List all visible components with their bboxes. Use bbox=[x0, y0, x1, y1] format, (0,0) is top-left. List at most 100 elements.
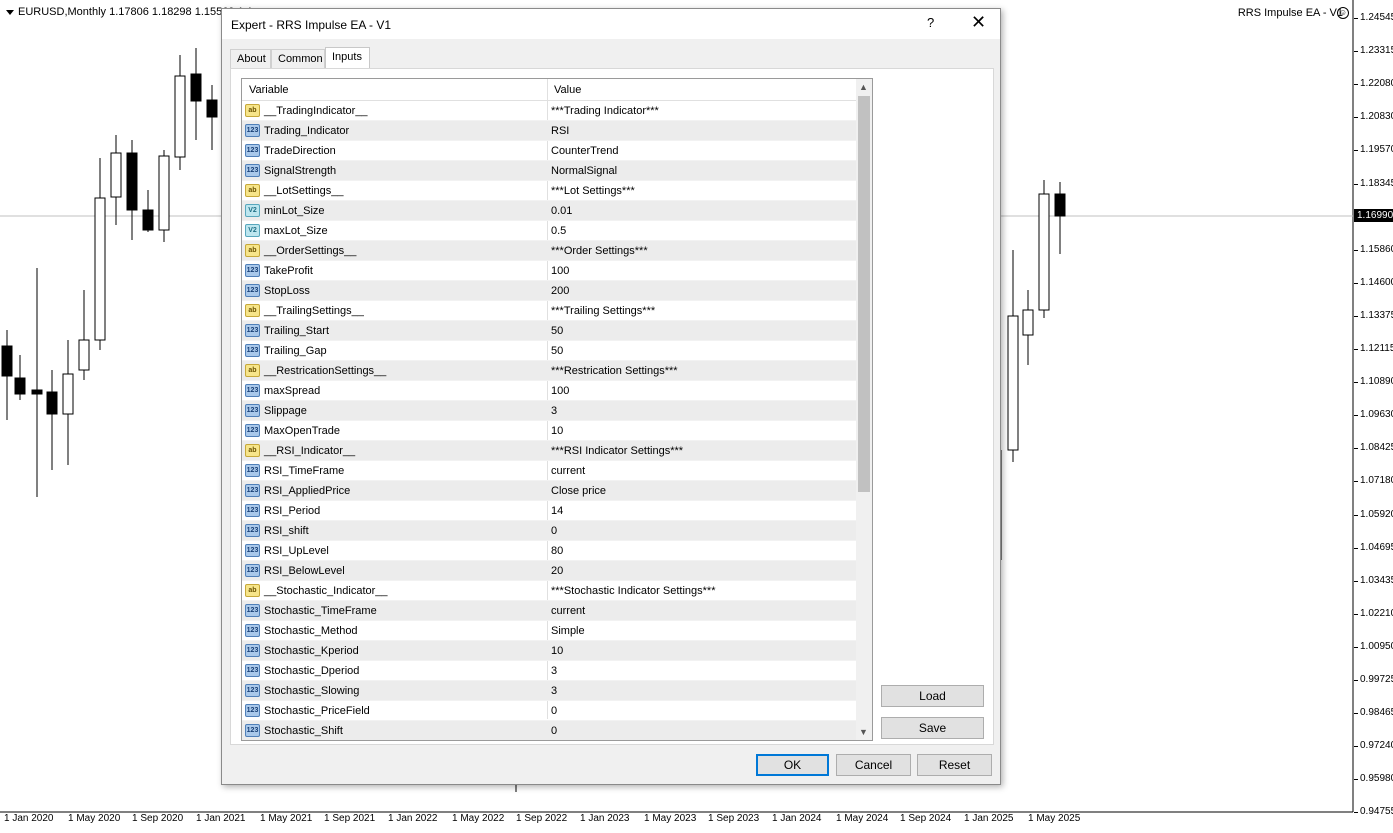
current-price-label: 1.16990 bbox=[1354, 209, 1393, 222]
price-tick: 1.23315 bbox=[1353, 45, 1393, 56]
tab-common[interactable]: Common bbox=[271, 49, 325, 69]
variable-value[interactable]: 10 bbox=[551, 645, 563, 657]
input-row[interactable]: 123 RSI_shift 0 bbox=[242, 521, 856, 541]
candle-body bbox=[46, 391, 58, 415]
variable-value[interactable]: 3 bbox=[551, 405, 557, 417]
variable-value[interactable]: RSI bbox=[551, 125, 569, 137]
variable-value[interactable]: 10 bbox=[551, 425, 563, 437]
candle-body bbox=[190, 73, 202, 102]
variable-value[interactable]: 20 bbox=[551, 565, 563, 577]
input-row[interactable]: 123 MaxOpenTrade 10 bbox=[242, 421, 856, 441]
input-row[interactable]: 123 Slippage 3 bbox=[242, 401, 856, 421]
tab-inputs[interactable]: Inputs bbox=[325, 47, 370, 70]
variable-value[interactable]: 80 bbox=[551, 545, 563, 557]
scroll-up-icon[interactable]: ▲ bbox=[859, 82, 868, 92]
input-row[interactable]: 123 Stochastic_Dperiod 3 bbox=[242, 661, 856, 681]
variable-value[interactable]: ***RSI Indicator Settings*** bbox=[551, 445, 683, 457]
input-row[interactable]: 123 TradeDirection CounterTrend bbox=[242, 141, 856, 161]
variable-value[interactable]: ***Lot Settings*** bbox=[551, 185, 635, 197]
help-button[interactable]: ? bbox=[927, 15, 934, 30]
input-row[interactable]: 123 StopLoss 200 bbox=[242, 281, 856, 301]
cancel-button[interactable]: Cancel bbox=[836, 754, 911, 776]
close-icon[interactable]: ✕ bbox=[971, 12, 986, 32]
scroll-down-icon[interactable]: ▼ bbox=[859, 727, 868, 737]
dialog-titlebar[interactable]: Expert - RRS Impulse EA - V1 ? ✕ bbox=[222, 9, 1000, 39]
integer-type-icon: 123 bbox=[245, 404, 260, 417]
input-row[interactable]: ab __TradingIndicator__ ***Trading Indicat… bbox=[242, 101, 856, 121]
input-row[interactable]: ab __TrailingSettings__ ***Trailing Settin… bbox=[242, 301, 856, 321]
load-button[interactable]: Load bbox=[881, 685, 984, 707]
string-type-icon: ab bbox=[245, 444, 260, 457]
variable-value[interactable]: ***Trading Indicator*** bbox=[551, 105, 659, 117]
scroll-thumb[interactable] bbox=[858, 96, 870, 492]
input-row[interactable]: ab __RestricationSettings__ ***Restricatio… bbox=[242, 361, 856, 381]
input-row[interactable]: V2 maxLot_Size 0.5 bbox=[242, 221, 856, 241]
reset-button[interactable]: Reset bbox=[917, 754, 992, 776]
ok-button[interactable]: OK bbox=[756, 754, 829, 776]
input-row[interactable]: 123 Stochastic_Shift 0 bbox=[242, 721, 856, 740]
input-row[interactable]: 123 maxSpread 100 bbox=[242, 381, 856, 401]
variable-value[interactable]: 100 bbox=[551, 385, 569, 397]
tab-about[interactable]: About bbox=[230, 49, 271, 69]
vertical-scrollbar[interactable]: ▲ ▼ bbox=[856, 79, 872, 740]
variable-value[interactable]: current bbox=[551, 465, 585, 477]
variable-value[interactable]: 200 bbox=[551, 285, 569, 297]
variable-value[interactable]: current bbox=[551, 605, 585, 617]
input-row[interactable]: 123 Stochastic_Slowing 3 bbox=[242, 681, 856, 701]
input-row[interactable]: V2 minLot_Size 0.01 bbox=[242, 201, 856, 221]
input-row[interactable]: 123 SignalStrength NormalSignal bbox=[242, 161, 856, 181]
input-row[interactable]: 123 Trailing_Start 50 bbox=[242, 321, 856, 341]
input-row[interactable]: 123 RSI_TimeFrame current bbox=[242, 461, 856, 481]
input-row[interactable]: 123 Stochastic_TimeFrame current bbox=[242, 601, 856, 621]
input-row[interactable]: 123 RSI_Period 14 bbox=[242, 501, 856, 521]
input-row[interactable]: 123 Stochastic_Kperiod 10 bbox=[242, 641, 856, 661]
variable-value[interactable]: ***Stochastic Indicator Settings*** bbox=[551, 585, 715, 597]
date-tick: 1 Sep 2023 bbox=[708, 813, 760, 824]
variable-value[interactable]: 0.01 bbox=[551, 205, 572, 217]
double-type-icon: V2 bbox=[245, 204, 260, 217]
column-header-value[interactable]: Value bbox=[554, 84, 581, 96]
input-row[interactable]: ab __LotSettings__ ***Lot Settings*** bbox=[242, 181, 856, 201]
variable-name: RSI_TimeFrame bbox=[264, 465, 345, 477]
variable-value[interactable]: Close price bbox=[551, 485, 606, 497]
variable-value[interactable]: 50 bbox=[551, 325, 563, 337]
variable-value[interactable]: 3 bbox=[551, 665, 557, 677]
variable-value[interactable]: 0 bbox=[551, 725, 557, 737]
input-row[interactable]: ab __OrderSettings__ ***Order Settings*** bbox=[242, 241, 856, 261]
input-row[interactable]: 123 RSI_AppliedPrice Close price bbox=[242, 481, 856, 501]
variable-value[interactable]: 14 bbox=[551, 505, 563, 517]
variable-value[interactable]: 100 bbox=[551, 265, 569, 277]
variable-value[interactable]: 0 bbox=[551, 705, 557, 717]
variable-value[interactable]: ***Trailing Settings*** bbox=[551, 305, 655, 317]
input-row[interactable]: ab __Stochastic_Indicator__ ***Stochastic … bbox=[242, 581, 856, 601]
ea-name-label[interactable]: RRS Impulse EA - V1 bbox=[1238, 7, 1343, 19]
input-row[interactable]: ab __RSI_Indicator__ ***RSI Indicator Sett… bbox=[242, 441, 856, 461]
variable-value[interactable]: ***Restrication Settings*** bbox=[551, 365, 678, 377]
variable-value[interactable]: ***Order Settings*** bbox=[551, 245, 648, 257]
save-button[interactable]: Save bbox=[881, 717, 984, 739]
input-row[interactable]: 123 Trading_Indicator RSI bbox=[242, 121, 856, 141]
variable-value[interactable]: NormalSignal bbox=[551, 165, 617, 177]
date-tick: 1 Jan 2020 bbox=[4, 813, 54, 824]
variable-value[interactable]: 0.5 bbox=[551, 225, 566, 237]
price-tick: 0.94755 bbox=[1353, 806, 1393, 817]
variable-name: Trading_Indicator bbox=[264, 125, 350, 137]
price-tick: 1.09630 bbox=[1353, 409, 1393, 420]
input-row[interactable]: 123 RSI_BelowLevel 20 bbox=[242, 561, 856, 581]
price-tick: 1.22080 bbox=[1353, 78, 1393, 89]
input-row[interactable]: 123 TakeProfit 100 bbox=[242, 261, 856, 281]
date-tick: 1 Sep 2024 bbox=[900, 813, 952, 824]
variable-value[interactable]: CounterTrend bbox=[551, 145, 618, 157]
variable-value[interactable]: 0 bbox=[551, 525, 557, 537]
price-tick: 1.07180 bbox=[1353, 475, 1393, 486]
input-row[interactable]: 123 Trailing_Gap 50 bbox=[242, 341, 856, 361]
dropdown-triangle-icon[interactable] bbox=[6, 9, 14, 15]
input-row[interactable]: 123 RSI_UpLevel 80 bbox=[242, 541, 856, 561]
input-row[interactable]: 123 Stochastic_PriceField 0 bbox=[242, 701, 856, 721]
variable-value[interactable]: 3 bbox=[551, 685, 557, 697]
input-row[interactable]: 123 Stochastic_Method Simple bbox=[242, 621, 856, 641]
variable-value[interactable]: Simple bbox=[551, 625, 585, 637]
column-header-variable[interactable]: Variable bbox=[249, 84, 289, 96]
variable-name: RSI_Period bbox=[264, 505, 321, 517]
variable-value[interactable]: 50 bbox=[551, 345, 563, 357]
